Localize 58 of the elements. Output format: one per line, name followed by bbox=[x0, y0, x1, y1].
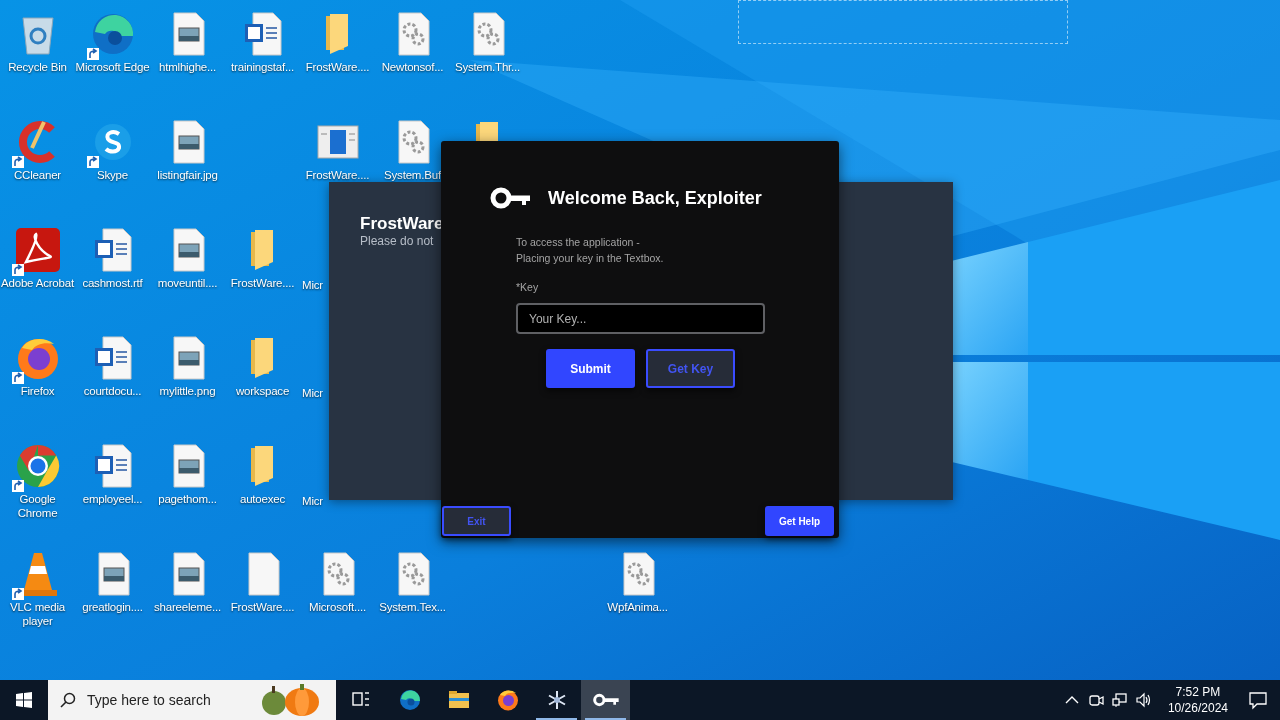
icon-label: autoexec bbox=[238, 492, 287, 506]
key-icon bbox=[591, 692, 620, 708]
camera-icon[interactable] bbox=[1087, 692, 1104, 708]
icon-label: Micr bbox=[301, 386, 323, 400]
pdf-icon[interactable] bbox=[13, 226, 62, 274]
icon-label: Recycle Bin bbox=[7, 60, 68, 74]
dialog-button[interactable]: Submit bbox=[546, 349, 635, 388]
clock-time[interactable]: 7:52 PM bbox=[1175, 684, 1221, 700]
instruction-text: Placing your key in the Textbox. bbox=[516, 251, 664, 266]
search-icon bbox=[60, 692, 76, 708]
icon-label: System.Tex... bbox=[378, 600, 447, 614]
instruction-text: To access the application - bbox=[516, 235, 640, 250]
icon-label: System.Buf bbox=[383, 168, 442, 182]
edge-icon bbox=[397, 688, 422, 712]
icon-label: Micr bbox=[301, 278, 323, 292]
taskbar-app-button[interactable] bbox=[581, 680, 630, 720]
icon-label: Microsoft.... bbox=[308, 600, 367, 614]
icon-label: workspace bbox=[234, 384, 291, 398]
key-icon bbox=[490, 186, 532, 210]
icon-label: mylittle.png bbox=[158, 384, 217, 398]
icon-label: VLC media player bbox=[8, 600, 67, 628]
icon-label: System.Thr... bbox=[453, 60, 522, 74]
icon-label: greatlogin.... bbox=[81, 600, 144, 614]
volume-icon[interactable] bbox=[1135, 692, 1152, 708]
icon-label: cashmost.rtf bbox=[81, 276, 144, 290]
icon-label: htmlhighe... bbox=[157, 60, 218, 74]
icon-label: listingfair.jpg bbox=[156, 168, 219, 182]
field-label: *Key bbox=[516, 280, 539, 294]
icon-label: pagethom... bbox=[157, 492, 218, 506]
icon-label: CCleaner bbox=[13, 168, 62, 182]
icon-label: Skype bbox=[96, 168, 129, 182]
icon-label: moveuntil.... bbox=[156, 276, 219, 290]
icon-label: Firefox bbox=[19, 384, 56, 398]
icon-label: Micr bbox=[301, 494, 323, 508]
icon-label: courtdocu... bbox=[82, 384, 143, 398]
clock-date[interactable]: 10/26/2024 bbox=[1167, 700, 1228, 716]
icon-label: FrostWare.... bbox=[304, 168, 371, 182]
icon-label: trainingstaf... bbox=[230, 60, 295, 74]
icon-label: Newtonsof... bbox=[380, 60, 445, 74]
footer-button[interactable]: Get Help bbox=[765, 506, 834, 536]
network-icon[interactable] bbox=[1111, 692, 1128, 708]
icon-label: Google Chrome bbox=[16, 492, 59, 520]
snowflake-icon bbox=[546, 690, 567, 710]
icon-label: Microsoft Edge bbox=[75, 60, 150, 74]
icon-label: WpfAnima... bbox=[606, 600, 669, 614]
key-field[interactable]: Your Key... bbox=[516, 303, 765, 334]
icon-label: Adobe Acrobat bbox=[0, 276, 75, 290]
icon-label: shareeleme... bbox=[152, 600, 223, 614]
notification-icon[interactable] bbox=[1248, 690, 1268, 710]
windows-logo-icon bbox=[16, 692, 32, 708]
icon-label: FrostWare.... bbox=[304, 60, 371, 74]
window-title: FrostWare bbox=[360, 214, 444, 234]
icon-label: employeel... bbox=[81, 492, 144, 506]
icon-label: FrostWare.... bbox=[229, 600, 296, 614]
window-subtitle: Please do not bbox=[360, 234, 434, 249]
icon-label: FrostWare.... bbox=[229, 276, 296, 290]
firefox-icon bbox=[495, 688, 520, 712]
dialog-title: Welcome Back, Exploiter bbox=[548, 187, 762, 210]
